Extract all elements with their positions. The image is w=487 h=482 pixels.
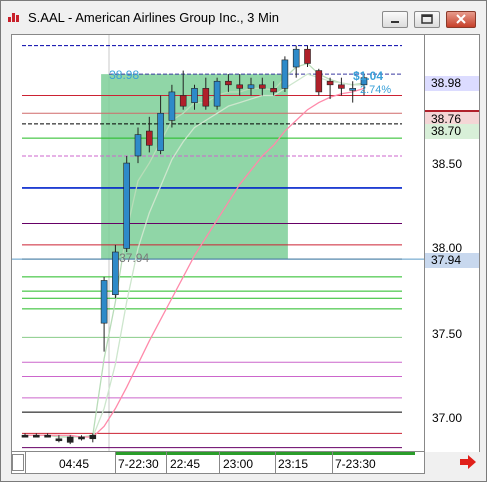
candle-body	[225, 80, 232, 86]
candle-body	[304, 48, 311, 64]
price-chart[interactable]: 38.98 37.94 $1.04 2.74%	[11, 34, 425, 452]
candle-body	[270, 88, 277, 93]
axis-corner-box[interactable]	[12, 454, 24, 471]
chart-window: S.AAL - American Airlines Group Inc., 3 …	[0, 0, 487, 482]
candle-body	[349, 88, 357, 91]
time-separator	[25, 452, 26, 473]
time-label: 22:45	[170, 457, 201, 471]
candle-body	[292, 48, 300, 68]
time-axis[interactable]: 04:45 7-22:30 22:45 23:00 23:15 7-23:30	[11, 452, 425, 474]
candle-body	[32, 434, 40, 438]
price-tick: 37.00	[432, 411, 463, 425]
candle-body	[146, 130, 153, 146]
window-title: S.AAL - American Airlines Group Inc., 3 …	[28, 10, 279, 25]
candle-body	[100, 280, 108, 324]
minimize-button[interactable]	[382, 11, 408, 28]
candle-body	[44, 434, 51, 438]
time-label: 23:15	[278, 457, 309, 471]
level-price-tag: 38.76	[425, 110, 479, 126]
level-price-tag: 38.70	[425, 124, 479, 139]
low-price-tag: 37.94	[425, 253, 479, 268]
candle-body	[134, 134, 142, 157]
candle-body	[202, 88, 210, 107]
candle-body	[281, 59, 289, 89]
time-separator	[115, 452, 116, 473]
chart-app-icon	[8, 13, 19, 22]
candle-body	[21, 434, 29, 438]
price-axis[interactable]: 38.50 38.00 37.50 37.00 38.98 38.76 38.7…	[425, 34, 480, 452]
time-label: 7-22:30	[118, 457, 159, 471]
maximize-icon	[421, 14, 433, 24]
time-label: 23:00	[223, 457, 254, 471]
candle-body	[236, 84, 243, 89]
candle-body	[89, 434, 97, 440]
candle-body	[168, 91, 176, 121]
time-separator	[275, 452, 276, 473]
candle-body	[66, 436, 74, 443]
rect-bottom-price-label: 37.94	[119, 251, 149, 265]
title-bar[interactable]: S.AAL - American Airlines Group Inc., 3 …	[1, 1, 486, 33]
profit-percent-label: 2.74%	[360, 84, 391, 96]
scroll-right-arrow-icon[interactable]	[459, 455, 477, 469]
candle-body	[213, 80, 221, 107]
chart-canvas[interactable]: 38.98 37.94 $1.042.74%	[12, 35, 425, 452]
candle-body	[259, 84, 266, 89]
candle-body	[247, 84, 255, 89]
price-tick: 38.50	[432, 157, 463, 171]
time-label: 7-23:30	[335, 457, 376, 471]
close-button[interactable]	[446, 11, 476, 28]
time-separator	[219, 452, 220, 473]
candle-body	[78, 436, 85, 440]
session-strip	[116, 452, 415, 455]
candle-body	[123, 162, 130, 249]
candle-body	[157, 112, 164, 151]
close-icon	[456, 14, 466, 24]
candle-body	[179, 95, 187, 107]
current-price-tag: 38.98	[425, 76, 479, 91]
candle-body	[191, 88, 198, 103]
price-tick: 37.50	[432, 327, 463, 341]
time-separator	[166, 452, 167, 473]
candle-body	[55, 438, 63, 442]
time-separator	[332, 452, 333, 473]
candle-body	[326, 80, 334, 86]
candle-body	[112, 251, 119, 295]
minimize-icon	[391, 21, 399, 23]
candle-body	[315, 70, 323, 93]
maximize-button[interactable]	[414, 11, 440, 28]
profit-amount-label: $1.04	[353, 69, 383, 83]
time-label: 04:45	[59, 457, 90, 471]
candle-body	[338, 84, 345, 89]
rect-top-price-label: 38.98	[109, 68, 139, 82]
